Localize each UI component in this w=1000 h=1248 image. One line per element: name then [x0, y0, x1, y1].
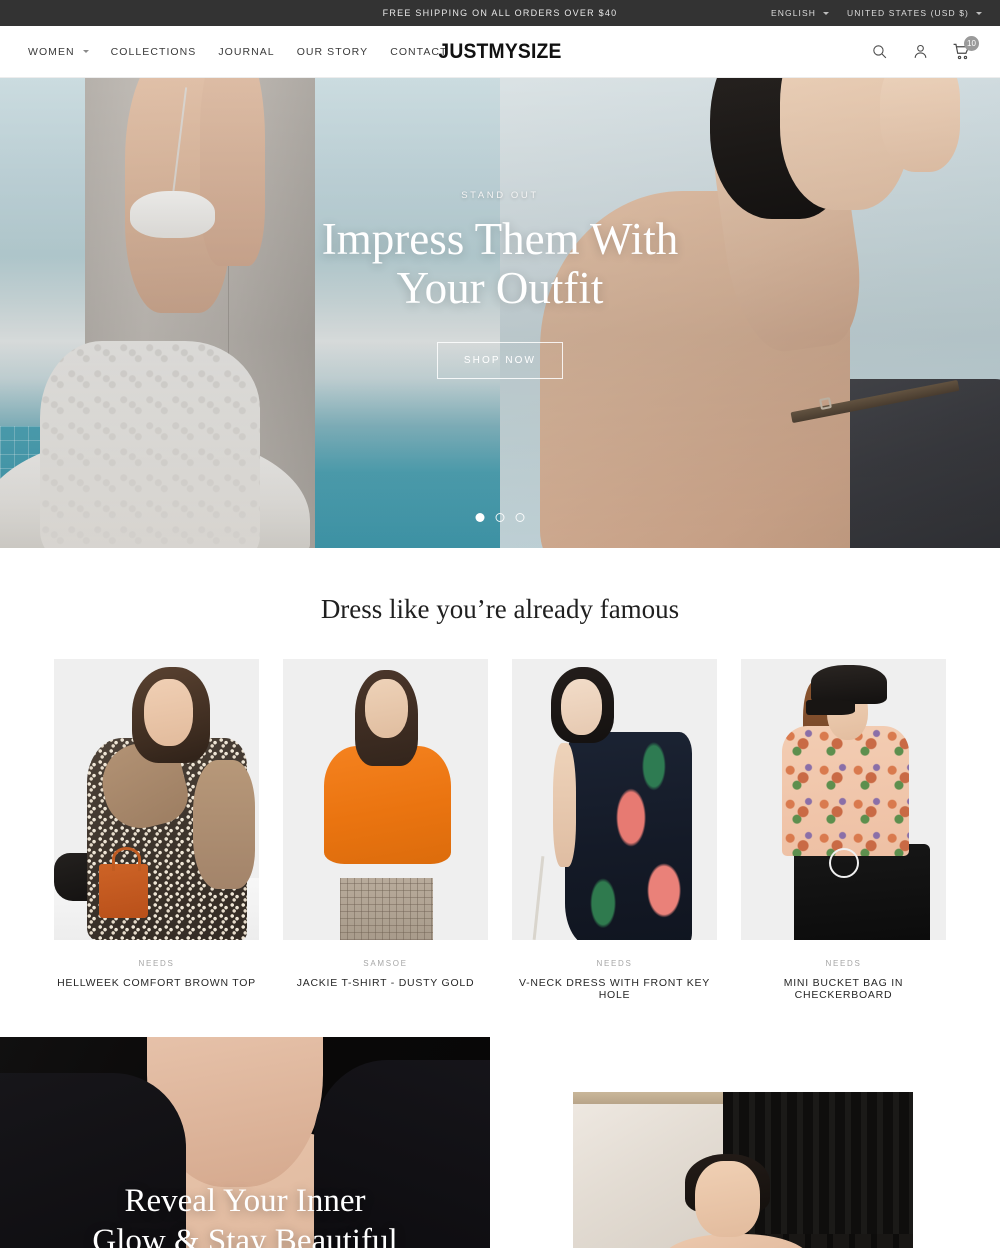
product-vendor: NEEDS	[138, 959, 175, 968]
carousel-dot-1[interactable]	[475, 513, 485, 522]
carousel-dot-3[interactable]	[515, 513, 525, 522]
product-card[interactable]: NEEDS V-NECK DRESS WITH FRONT KEY HOLE	[512, 659, 717, 1001]
hero-title: Impress Them With Your Outfit	[321, 214, 679, 313]
nav-item-collections-label: COLLECTIONS	[110, 45, 197, 58]
nav-item-women[interactable]: WOMEN	[28, 46, 89, 58]
nav-item-women-label: WOMEN	[28, 45, 75, 58]
nav-item-journal[interactable]: JOURNAL	[218, 46, 274, 58]
site-logo-text: JUSTMYSIZE	[438, 39, 562, 63]
product-card[interactable]: SAMSOE JACKIE T-SHIRT - DUSTY GOLD	[283, 659, 488, 1001]
product-image	[283, 659, 488, 940]
currency-selector-label: UNITED STATES (USD $)	[847, 8, 969, 18]
section-title: Dress like you’re already famous	[320, 594, 680, 624]
hero-eyebrow: STAND OUT	[461, 190, 539, 201]
product-card[interactable]: NEEDS MINI BUCKET BAG IN CHECKERBOARD	[741, 659, 946, 1001]
product-vendor: SAMSOE	[363, 959, 408, 968]
promo-heading-line-2: Glow & Stay Beautiful	[92, 1222, 398, 1248]
carousel-dot-2[interactable]	[495, 513, 505, 522]
announcement-selectors: ENGLISH UNITED STATES (USD $)	[771, 8, 1000, 18]
site-logo[interactable]: JUSTMYSIZE	[433, 40, 567, 64]
product-vendor: NEEDS	[825, 959, 862, 968]
nav-item-our-story[interactable]: OUR STORY	[297, 46, 369, 58]
chevron-down-icon	[82, 50, 89, 53]
language-selector[interactable]: ENGLISH	[771, 8, 830, 18]
hero-content: STAND OUT Impress Them With Your Outfit …	[0, 78, 1000, 548]
cart-count-badge: 10	[964, 35, 979, 51]
announcement-bar: FREE SHIPPING ON ALL ORDERS OVER $40 ENG…	[0, 0, 1000, 26]
promo-panel-right[interactable]	[573, 1092, 913, 1248]
product-title: HELLWEEK COMFORT BROWN TOP	[57, 977, 256, 989]
product-title: JACKIE T-SHIRT - DUSTY GOLD	[296, 977, 475, 989]
product-title: V-NECK DRESS WITH FRONT KEY HOLE	[519, 977, 710, 1001]
featured-products-section: Dress like you’re already famous NEEDS H…	[0, 548, 1000, 1001]
main-navigation: WOMEN COLLECTIONS JOURNAL OUR STORY CONT…	[0, 46, 448, 58]
header-icons: 10	[868, 35, 1000, 63]
product-grid: NEEDS HELLWEEK COMFORT BROWN TOP SAMSOE …	[0, 625, 1000, 1001]
account-icon[interactable]	[909, 41, 931, 63]
hero-carousel: STAND OUT Impress Them With Your Outfit …	[0, 78, 1000, 548]
product-title: MINI BUCKET BAG IN CHECKERBOARD	[783, 977, 904, 1001]
chevron-down-icon	[976, 11, 982, 15]
nav-item-collections[interactable]: COLLECTIONS	[111, 46, 197, 58]
shop-now-button[interactable]: SHOP NOW	[436, 342, 564, 380]
product-image	[512, 659, 717, 940]
site-header: WOMEN COLLECTIONS JOURNAL OUR STORY CONT…	[0, 26, 1000, 78]
search-icon[interactable]	[868, 41, 890, 63]
currency-selector[interactable]: UNITED STATES (USD $)	[847, 8, 982, 18]
product-image	[741, 659, 946, 940]
promo-panel-left[interactable]: Reveal Your Inner Glow & Stay Beautiful	[0, 1037, 490, 1248]
carousel-dots	[475, 513, 525, 522]
chevron-down-icon	[823, 11, 830, 15]
product-card[interactable]: NEEDS HELLWEEK COMFORT BROWN TOP	[54, 659, 259, 1001]
nav-item-our-story-label: OUR STORY	[296, 45, 369, 58]
cart-icon[interactable]: 10	[950, 35, 979, 63]
language-selector-label: ENGLISH	[771, 8, 817, 18]
product-image	[54, 659, 259, 940]
promo-heading-line-1: Reveal Your Inner	[124, 1182, 366, 1219]
promo-heading: Reveal Your Inner Glow & Stay Beautiful	[0, 1181, 490, 1248]
product-vendor: NEEDS	[596, 959, 633, 968]
nav-item-journal-label: JOURNAL	[218, 45, 275, 58]
promo-section: Reveal Your Inner Glow & Stay Beautiful	[0, 1037, 1000, 1248]
